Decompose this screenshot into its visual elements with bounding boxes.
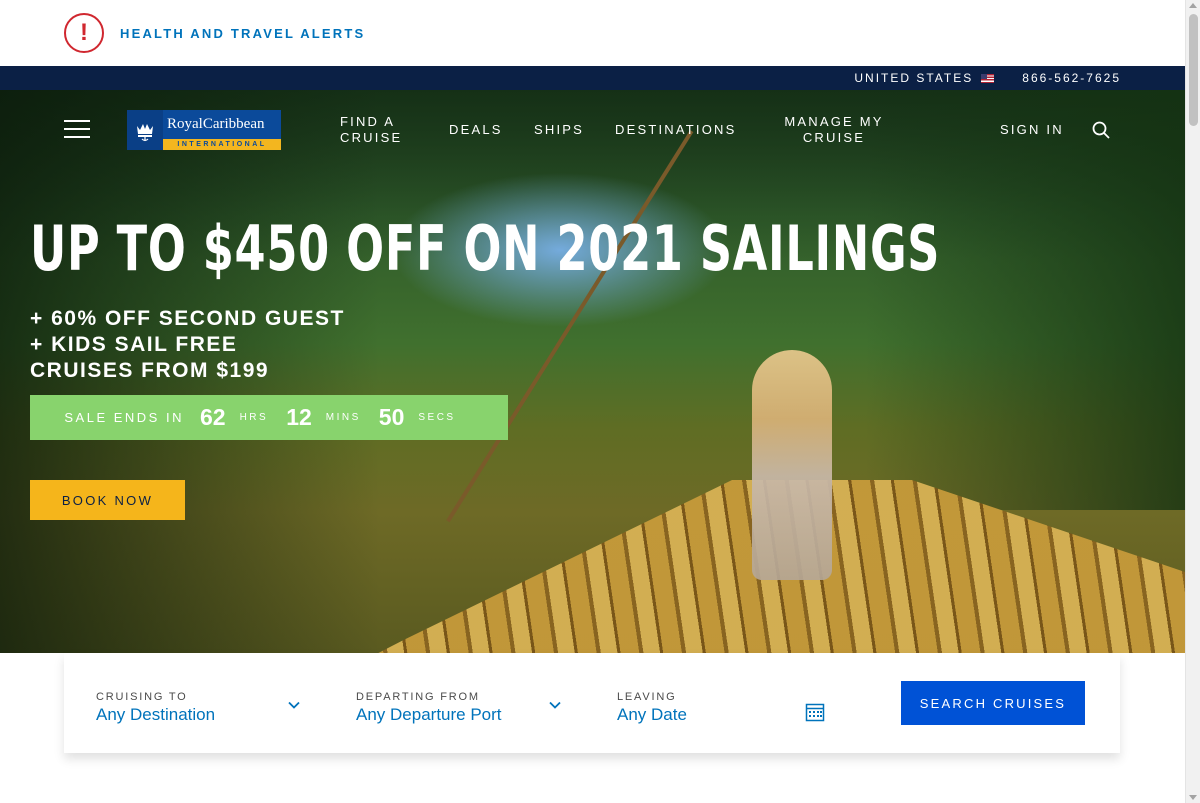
nav-find-a-cruise[interactable]: FIND A CRUISE [340,114,410,146]
book-now-button[interactable]: BOOK NOW [30,480,185,520]
page-scrollbar[interactable] [1185,0,1200,803]
search-icon[interactable] [1092,121,1110,139]
phone-number[interactable]: 866-562-7625 [1022,71,1121,85]
sign-in-link[interactable]: SIGN IN [1000,122,1064,138]
hero-offer-line-1: + 60% OFF SECOND GUEST [30,307,345,330]
destination-select[interactable]: CRUISING TO Any Destination [96,691,306,725]
chevron-down-icon[interactable] [549,699,561,711]
calendar-icon[interactable] [805,702,825,722]
scrollbar-thumb[interactable] [1189,14,1198,126]
countdown-hours-unit: HRS [239,412,269,423]
logo-brand-text: RoyalCaribbean [167,116,265,132]
logo-sub-text: INTERNATIONAL [163,139,281,150]
nav-manage-my-cruise[interactable]: MANAGE MY CRUISE [778,114,890,146]
alert-bar[interactable]: ! HEALTH AND TRAVEL ALERTS [0,0,1185,66]
scroll-up-arrow-icon[interactable] [1189,3,1197,8]
utility-bar: UNITED STATES 866-562-7625 [0,66,1185,90]
date-value[interactable]: Any Date [617,705,827,725]
search-cruises-button[interactable]: SEARCH CRUISES [901,681,1085,725]
chevron-down-icon[interactable] [288,699,300,711]
departure-port-value[interactable]: Any Departure Port [356,705,566,725]
menu-icon[interactable] [64,120,90,138]
countdown-secs-unit: SECS [418,412,456,423]
nav-ships[interactable]: SHIPS [534,122,584,138]
countdown-secs: 50 [378,404,405,430]
date-picker[interactable]: LEAVING Any Date [617,691,827,725]
crown-anchor-icon [127,110,163,150]
departure-port-select[interactable]: DEPARTING FROM Any Departure Port [356,691,566,725]
hero-banner: RoyalCaribbean INTERNATIONAL FIND A CRUI… [0,90,1185,653]
exclamation-icon: ! [64,13,104,53]
scroll-down-arrow-icon[interactable] [1189,795,1197,800]
countdown-label: SALE ENDS IN [64,410,184,425]
nav-deals[interactable]: DEALS [449,122,503,138]
countdown-mins-unit: MINS [325,412,361,423]
cruise-search-bar: CRUISING TO Any Destination DEPARTING FR… [64,653,1120,753]
destination-value[interactable]: Any Destination [96,705,306,725]
country-selector[interactable]: UNITED STATES [854,71,973,85]
hero-offer-line-2: + KIDS SAIL FREE [30,333,238,356]
royal-caribbean-logo[interactable]: RoyalCaribbean INTERNATIONAL [127,110,281,150]
countdown-mins: 12 [286,404,312,430]
date-label: LEAVING [617,691,677,703]
countdown-hours: 62 [199,404,226,430]
hero-headline: UP TO $450 OFF ON 2021 SAILINGS [30,212,941,285]
page: ! HEALTH AND TRAVEL ALERTS UNITED STATES… [0,0,1200,803]
sale-countdown: SALE ENDS IN 62 HRS 12 MINS 50 SECS [30,395,508,440]
nav-destinations[interactable]: DESTINATIONS [615,122,737,138]
departure-port-label: DEPARTING FROM [356,691,480,703]
hero-offer-line-3: CRUISES FROM $199 [30,359,270,382]
destination-label: CRUISING TO [96,691,188,703]
us-flag-icon [981,73,995,83]
alert-link[interactable]: HEALTH AND TRAVEL ALERTS [120,26,365,41]
